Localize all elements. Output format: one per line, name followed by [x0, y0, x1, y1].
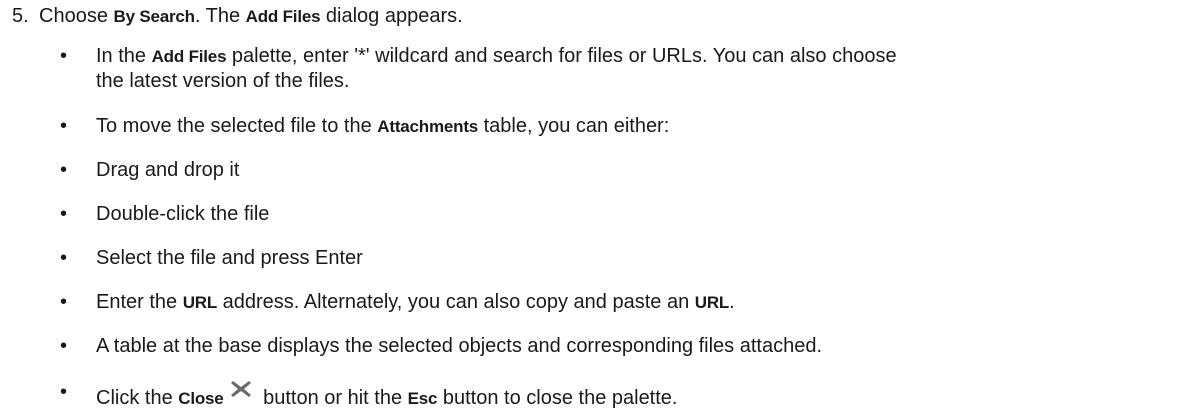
- bullet-glyph: •: [60, 335, 68, 357]
- list-item-text: A table at the base displays the selecte…: [96, 335, 823, 357]
- esc-term: Esc: [407, 389, 438, 408]
- list-item: • Enter the URL address. Alternately, yo…: [60, 290, 735, 315]
- list-item-text: To move the selected file to the: [96, 115, 378, 137]
- list-item-text: In the: [96, 45, 152, 67]
- step-5: 5. Choose By Search. The Add Files dialog…: [12, 4, 463, 29]
- url-term: URL: [182, 293, 218, 312]
- step-number: 5.: [12, 5, 29, 27]
- list-item: • Drag and drop it: [60, 158, 240, 182]
- list-item-text: .: [729, 291, 735, 313]
- bullet-glyph: •: [60, 247, 68, 269]
- list-item-text: the latest version of the files.: [96, 70, 350, 92]
- list-item-text: Double-click the file: [96, 203, 270, 225]
- step-text: . The: [194, 5, 246, 27]
- bullet-glyph: •: [60, 115, 68, 137]
- document-page: 5. Choose By Search. The Add Files dialog…: [0, 0, 1188, 414]
- list-item: • To move the selected file to the Attac…: [60, 114, 670, 139]
- list-item-text: Click the: [96, 387, 179, 409]
- bullet-glyph: •: [60, 381, 68, 403]
- list-item: • Double-click the file: [60, 202, 270, 226]
- list-item-text: Select the file and press Enter: [96, 247, 363, 269]
- by-search-term: By Search: [113, 7, 196, 26]
- list-item-text: Enter the: [96, 291, 183, 313]
- step-text: Choose: [39, 5, 114, 27]
- list-item: • A table at the base displays the selec…: [60, 334, 823, 358]
- list-item: • Select the file and press Enter: [60, 246, 363, 270]
- list-item: • In the Add Files palette, enter '*' wi…: [60, 44, 897, 93]
- add-files-term: Add Files: [245, 7, 321, 26]
- list-item-text: button or hit the: [257, 387, 408, 409]
- url-term: URL: [694, 293, 730, 312]
- attachments-term: Attachments: [377, 117, 479, 136]
- list-item: • Click the Close button or hit the Esc …: [60, 380, 678, 411]
- add-files-term: Add Files: [151, 47, 227, 66]
- list-item-text: palette, enter '*' wildcard and search f…: [226, 45, 897, 67]
- bullet-glyph: •: [60, 203, 68, 225]
- list-item-text: button to close the palette.: [437, 387, 678, 409]
- close-term: Close: [178, 389, 224, 408]
- step-text: dialog appears.: [320, 5, 463, 27]
- list-item-text: table, you can either:: [478, 115, 670, 137]
- list-item-text: address. Alternately, you can also copy …: [217, 291, 695, 313]
- bullet-glyph: •: [60, 291, 68, 313]
- close-x-icon: [230, 380, 252, 398]
- bullet-glyph: •: [60, 45, 68, 67]
- list-item-text: Drag and drop it: [96, 159, 240, 181]
- bullet-glyph: •: [60, 159, 68, 181]
